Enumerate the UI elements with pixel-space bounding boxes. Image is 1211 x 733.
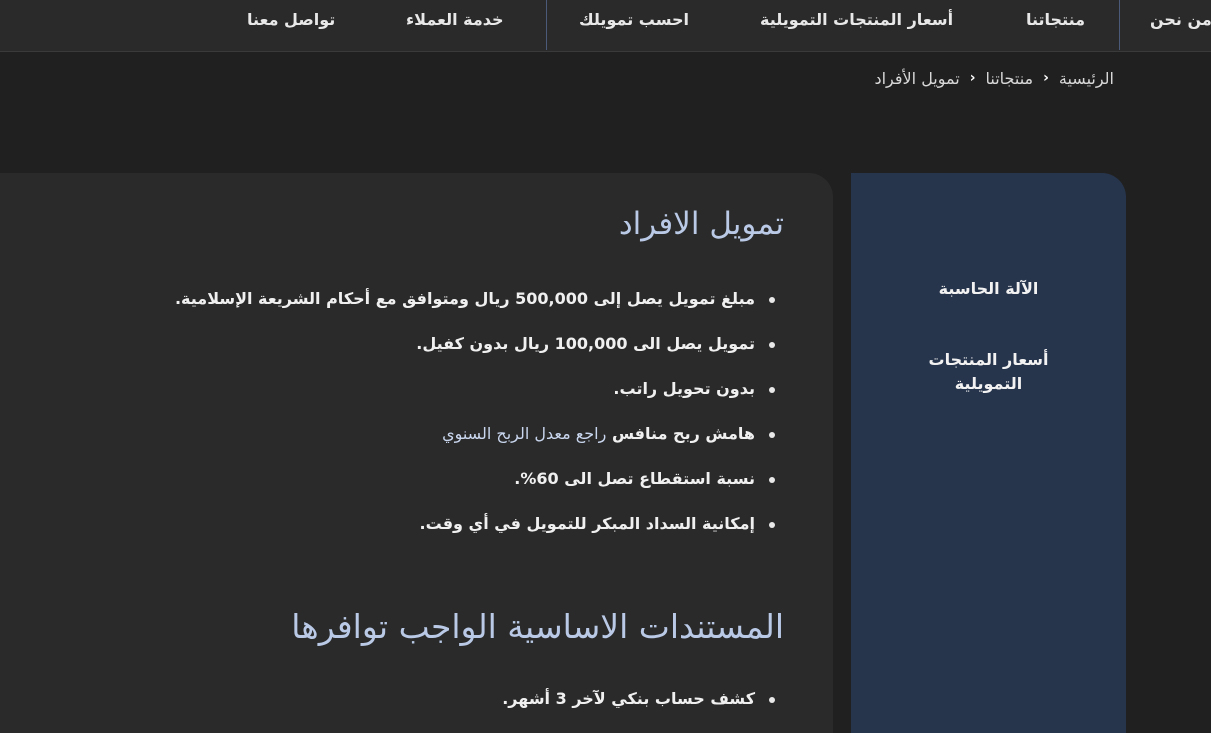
- sidebar-item-prices-label: التمويلية: [954, 374, 1023, 393]
- list-item: بدون تحويل راتب.: [175, 378, 777, 423]
- list-item: مبلغ تمويل يصل إلى 500,000 ريال ومتوافق …: [175, 288, 777, 333]
- page-title: تمويل الافراد: [618, 206, 784, 242]
- list-item: إمكانية السداد المبكر للتمويل في أي وقت.: [175, 513, 777, 558]
- breadcrumb-home[interactable]: الرئيسية: [1059, 69, 1114, 88]
- feature-text: نسبة استقطاع تصل الى 60%.: [514, 469, 755, 488]
- nav-prices[interactable]: أسعار المنتجات التمويلية: [760, 0, 953, 40]
- document-text: كشف حساب بنكي لآخر 3 أشهر.: [502, 689, 755, 708]
- nav-about[interactable]: من نحن: [1150, 0, 1211, 40]
- breadcrumb: الرئيسية ‹ منتجاتنا ‹ تمويل الأفراد: [874, 66, 1114, 90]
- list-item: نسبة استقطاع تصل الى 60%.: [175, 468, 777, 513]
- nav-divider: [546, 0, 547, 50]
- chevron-left-icon: ‹: [1043, 70, 1049, 86]
- feature-text: بدون تحويل راتب.: [613, 379, 755, 398]
- rate-note-link[interactable]: راجع معدل الربح السنوي: [442, 424, 606, 443]
- breadcrumb-products[interactable]: منتجاتنا: [986, 69, 1034, 88]
- bullet-dot: [769, 297, 775, 303]
- sidebar-item-prices[interactable]: أسعار المنتجات التمويلية: [851, 348, 1126, 396]
- bullet-dot: [769, 387, 775, 393]
- breadcrumb-current: تمويل الأفراد: [874, 68, 960, 88]
- nav-customer-service[interactable]: خدمة العملاء: [406, 0, 504, 40]
- sidebar: الآلة الحاسبة أسعار المنتجات التمويلية: [851, 173, 1126, 733]
- nav-divider: [1119, 0, 1120, 50]
- sidebar-item-prices-label: أسعار المنتجات: [928, 350, 1049, 369]
- list-item: هامش ربح منافس راجع معدل الربح السنوي: [175, 423, 777, 468]
- feature-text: تمويل يصل الى 100,000 ريال بدون كفيل.: [416, 334, 755, 353]
- top-navigation: من نحن منتجاتنا أسعار المنتجات التمويلية…: [0, 0, 1211, 52]
- nav-contact[interactable]: تواصل معنا: [247, 0, 335, 40]
- bullet-dot: [769, 342, 775, 348]
- bullet-dot: [769, 522, 775, 528]
- feature-text: إمكانية السداد المبكر للتمويل في أي وقت.: [419, 514, 755, 533]
- bullet-dot: [769, 432, 775, 438]
- list-item: كشف حساب بنكي لآخر 3 أشهر.: [502, 688, 777, 733]
- documents-title: المستندات الاساسية الواجب توافرها: [291, 607, 784, 646]
- nav-calculate[interactable]: احسب تمويلك: [579, 0, 689, 40]
- bullet-dot: [769, 477, 775, 483]
- documents-list: كشف حساب بنكي لآخر 3 أشهر.: [502, 688, 777, 733]
- bullet-dot: [769, 697, 775, 703]
- feature-text: هامش ربح منافس: [611, 424, 755, 443]
- features-list: مبلغ تمويل يصل إلى 500,000 ريال ومتوافق …: [175, 288, 777, 558]
- sidebar-item-calculator[interactable]: الآلة الحاسبة: [851, 277, 1126, 301]
- list-item: تمويل يصل الى 100,000 ريال بدون كفيل.: [175, 333, 777, 378]
- nav-products[interactable]: منتجاتنا: [1026, 0, 1085, 40]
- feature-text: مبلغ تمويل يصل إلى 500,000 ريال ومتوافق …: [174, 289, 755, 308]
- chevron-left-icon: ‹: [969, 70, 976, 86]
